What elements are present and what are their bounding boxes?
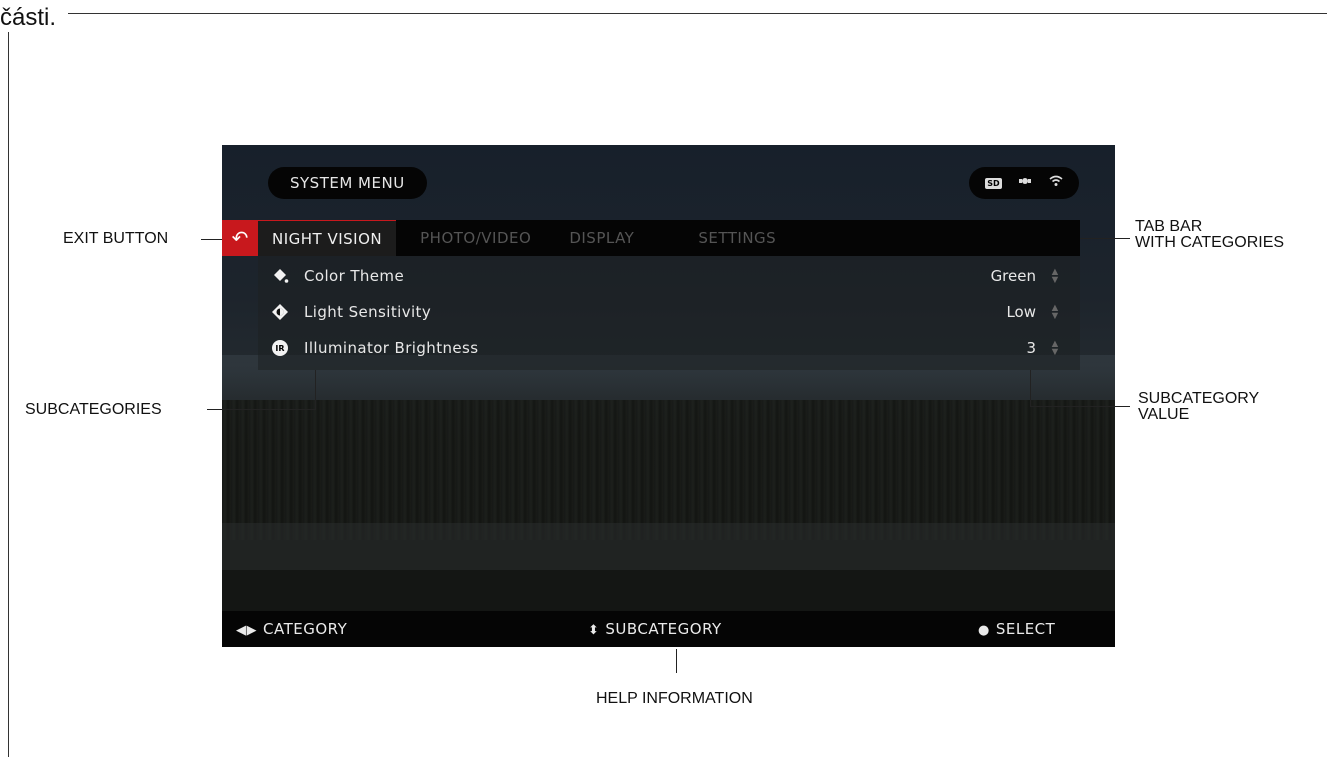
exit-button[interactable]: ↶ [222, 220, 258, 256]
menu-item-light-sensitivity[interactable]: Light Sensitivity Low ▲ ▼ [258, 296, 1080, 328]
callout-subcategories: SUBCATEGORIES [25, 401, 162, 418]
callout-line-value-h [1030, 406, 1130, 407]
left-divider [8, 32, 9, 757]
back-arrow-icon: ↶ [231, 226, 249, 250]
callout-line-tab-bar [1080, 238, 1130, 239]
menu-item-illuminator-brightness[interactable]: IR Illuminator Brightness 3 ▲ ▼ [258, 332, 1080, 364]
left-right-arrows-icon: ◀▶ [236, 623, 257, 638]
menu-item-label: Illuminator Brightness [304, 339, 479, 357]
tab-display[interactable]: DISPLAY [555, 220, 648, 256]
status-icons: SD [969, 167, 1079, 199]
select-dot-icon: ● [978, 623, 990, 638]
ir-illuminator-icon: IR [272, 340, 288, 356]
background-forest [222, 400, 1115, 540]
callout-tab-bar-1: TAB BAR [1135, 218, 1203, 235]
help-category: ◀▶ CATEGORY [236, 620, 348, 638]
callout-subcategory-value-2: VALUE [1138, 406, 1190, 423]
callout-help-information: HELP INFORMATION [596, 690, 753, 707]
background-lake [222, 523, 1115, 573]
paint-bucket-icon [270, 266, 290, 286]
callout-subcategory-value-1: SUBCATEGORY [1138, 390, 1260, 407]
tab-night-vision[interactable]: NIGHT VISION [258, 220, 397, 256]
tab-settings[interactable]: SETTINGS [684, 220, 790, 256]
device-screen: SYSTEM MENU SD ↶ NIGHT VISION PHOTO/VIDE… [222, 145, 1115, 647]
menu-item-label: Color Theme [304, 267, 405, 285]
callout-line-help [676, 649, 677, 673]
up-down-arrows-icon: ⬍ [588, 623, 600, 638]
light-sensitivity-icon [270, 302, 290, 322]
callout-line-subcategories-h [207, 409, 315, 410]
menu-item-value: 3 [1026, 339, 1036, 357]
menu-item-color-theme[interactable]: Color Theme Green ▲ ▼ [258, 260, 1080, 292]
callout-line-subcategories-v [315, 370, 316, 410]
up-down-stepper-icon[interactable]: ▲ ▼ [1048, 303, 1062, 322]
menu-item-label: Light Sensitivity [304, 303, 432, 321]
menu-item-value: Green [990, 267, 1036, 285]
up-down-stepper-icon[interactable]: ▲ ▼ [1048, 339, 1062, 358]
callout-line-exit [201, 239, 222, 240]
callout-tab-bar-2: WITH CATEGORIES [1135, 234, 1285, 251]
help-bar: ◀▶ CATEGORY ⬍ SUBCATEGORY ● SELECT [222, 611, 1115, 647]
background-lower [222, 570, 1115, 615]
wifi-icon [1049, 175, 1063, 191]
sd-card-icon: SD [985, 177, 1002, 189]
system-menu-title: SYSTEM MENU [268, 167, 427, 199]
up-down-stepper-icon[interactable]: ▲ ▼ [1048, 267, 1062, 286]
top-caption: části. [0, 4, 57, 31]
subcategory-list: Color Theme Green ▲ ▼ Light Sensitivity L… [258, 256, 1080, 370]
tab-bar: NIGHT VISION PHOTO/VIDEO DISPLAY SETTING… [258, 220, 1080, 256]
help-subcategory: ⬍ SUBCATEGORY [588, 620, 722, 638]
tab-photo-video[interactable]: PHOTO/VIDEO [406, 220, 545, 256]
callout-exit-button: EXIT BUTTON [63, 230, 169, 247]
help-select: ● SELECT [978, 620, 1056, 638]
gps-satellite-icon [1018, 174, 1032, 192]
top-divider [68, 13, 1327, 14]
callout-line-value-v [1030, 370, 1031, 407]
menu-item-value: Low [1006, 303, 1036, 321]
